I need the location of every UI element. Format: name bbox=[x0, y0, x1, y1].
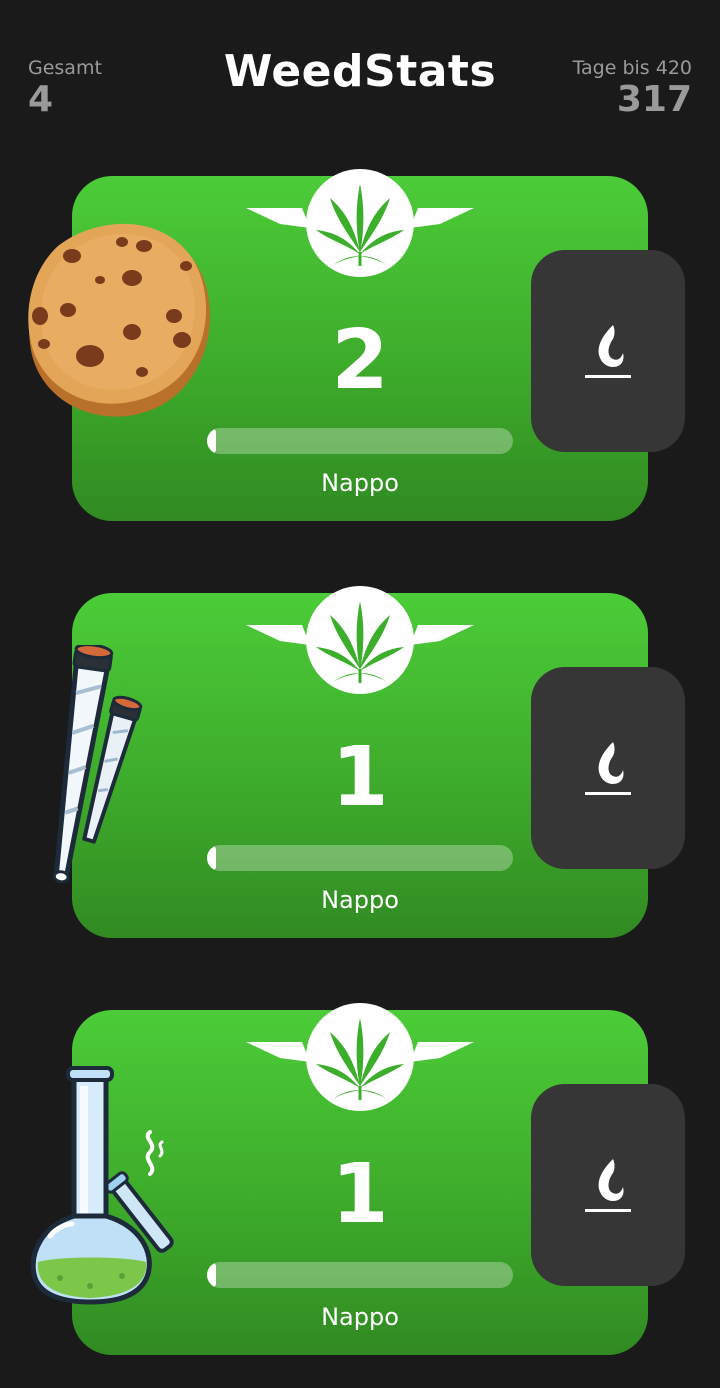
progress-bar bbox=[207, 1262, 513, 1288]
progress-bar bbox=[207, 845, 513, 871]
lighter-flame-icon bbox=[585, 325, 631, 378]
card-label: Nappo bbox=[321, 469, 399, 497]
days-until-420-stat: Tage bis 420 317 bbox=[573, 56, 692, 120]
days-label: Tage bis 420 bbox=[572, 57, 692, 79]
card-label: Nappo bbox=[321, 886, 399, 914]
days-value: 317 bbox=[616, 79, 692, 120]
progress-bar bbox=[207, 428, 513, 454]
log-consumption-button[interactable] bbox=[531, 667, 685, 869]
log-consumption-button[interactable] bbox=[531, 250, 685, 452]
lighter-flame-icon bbox=[585, 1159, 631, 1212]
consumption-card-joints: 1 Nappo bbox=[0, 586, 720, 938]
consumption-card-bong: 1 Nappo bbox=[0, 1003, 720, 1355]
bong-icon bbox=[30, 1066, 174, 1305]
joints-icon bbox=[52, 645, 143, 884]
lighter-flame-icon bbox=[585, 742, 631, 795]
cookie-icon bbox=[28, 223, 211, 417]
app-screen: Gesamt 4 WeedStats Tage bis 420 317 2 Na… bbox=[0, 0, 720, 1388]
consumption-card-cookie: 2 Nappo bbox=[0, 169, 720, 521]
card-label: Nappo bbox=[321, 1303, 399, 1331]
cannabis-leaf-emblem-icon bbox=[246, 586, 474, 694]
cannabis-leaf-emblem-icon bbox=[246, 1003, 474, 1111]
log-consumption-button[interactable] bbox=[531, 1084, 685, 1286]
cannabis-leaf-emblem-icon bbox=[246, 169, 474, 277]
